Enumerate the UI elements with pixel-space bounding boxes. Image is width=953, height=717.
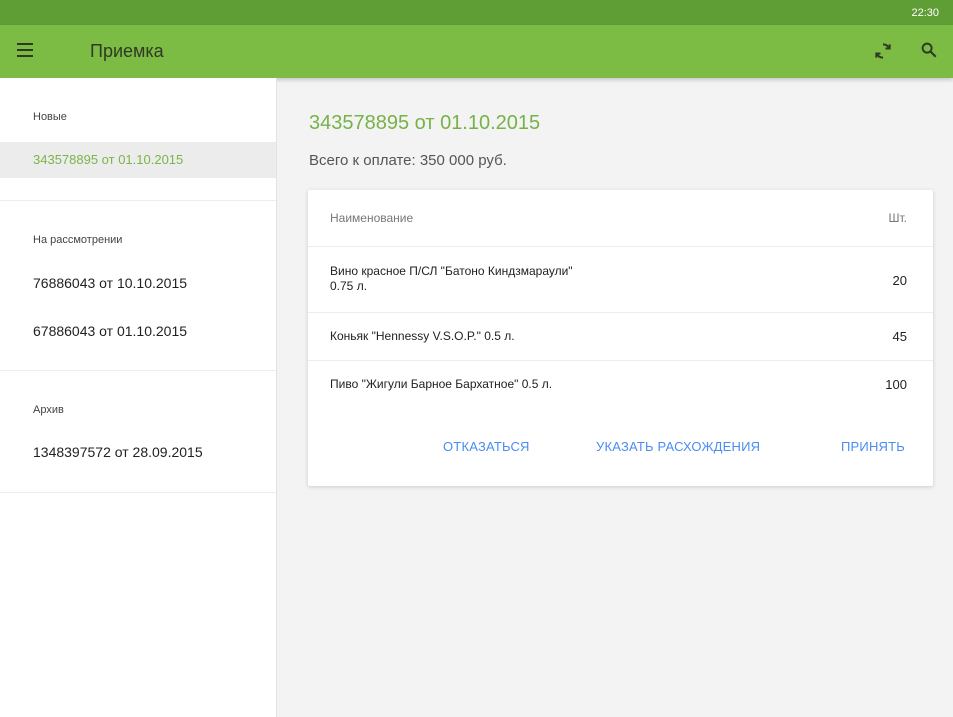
row-qty: 100 — [885, 377, 907, 392]
accept-button[interactable]: ПРИНЯТЬ — [841, 439, 905, 454]
sidebar-item-67886043[interactable]: 67886043 от 01.10.2015 — [0, 313, 276, 349]
sidebar-item-label: 67886043 от 01.10.2015 — [33, 323, 188, 339]
column-header-qty: Шт. — [888, 211, 908, 225]
section-title-archive: Архив — [33, 404, 64, 416]
column-header-name: Наименование — [330, 211, 414, 225]
menu-icon[interactable] — [17, 43, 33, 57]
sidebar-item-label: 76886043 от 10.10.2015 — [33, 275, 188, 291]
status-bar: 22:30 — [0, 0, 953, 25]
row-name: Пиво "Жигули Барное Бархатное" 0.5 л. — [330, 377, 553, 391]
sidebar-item-label: 343578895 от 01.10.2015 — [33, 152, 184, 167]
section-title-review: На рассмотрении — [33, 234, 123, 246]
sidebar-item-label: 1348397572 от 28.09.2015 — [33, 444, 203, 460]
app-title: Приемка — [90, 41, 164, 61]
section-title-new: Новые — [33, 111, 67, 123]
divider — [0, 370, 276, 371]
divider — [0, 492, 276, 493]
discrepancy-button[interactable]: УКАЗАТЬ РАСХОЖДЕНИЯ — [596, 439, 760, 454]
sync-icon[interactable] — [873, 41, 893, 61]
row-qty: 20 — [892, 273, 907, 288]
status-time: 22:30 — [911, 7, 939, 19]
search-icon[interactable] — [920, 41, 938, 59]
sidebar-item-76886043[interactable]: 76886043 от 10.10.2015 — [0, 265, 276, 301]
document-title: 343578895 от 01.10.2015 — [309, 112, 541, 134]
row-qty: 45 — [892, 329, 907, 344]
document-total: Всего к оплате: 350 000 руб. — [309, 152, 507, 169]
document-card: Наименование Шт. Вино красное П/СЛ "Бато… — [308, 190, 933, 486]
sidebar-item-1348397572[interactable]: 1348397572 от 28.09.2015 — [0, 434, 276, 470]
app-bar: Приемка — [0, 25, 953, 78]
reject-button[interactable]: ОТКАЗАТЬСЯ — [443, 439, 530, 454]
sidebar-item-343578895[interactable]: 343578895 от 01.10.2015 — [0, 142, 276, 178]
row-name: Коньяк "Hennessy V.S.O.P." 0.5 л. — [330, 329, 515, 343]
sidebar: Новые 343578895 от 01.10.2015 На рассмот… — [0, 78, 277, 717]
divider — [0, 200, 276, 201]
table-row: Коньяк "Hennessy V.S.O.P." 0.5 л. 45 — [308, 312, 933, 361]
table-row: Пиво "Жигули Барное Бархатное" 0.5 л. 10… — [308, 360, 933, 409]
row-name: Вино красное П/СЛ "Батоно Киндзмараули" … — [330, 264, 573, 293]
table-row: Вино красное П/СЛ "Батоно Киндзмараули" … — [308, 246, 933, 313]
